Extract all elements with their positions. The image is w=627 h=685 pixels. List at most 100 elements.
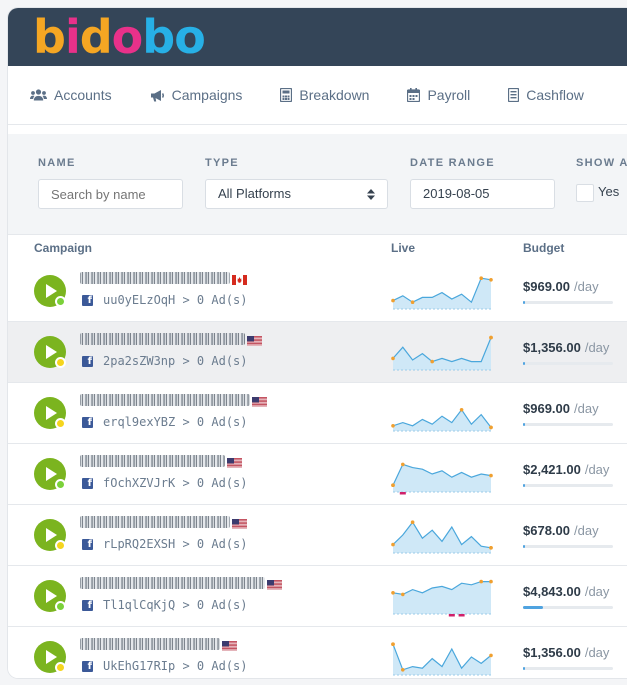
facebook-icon: f: [82, 539, 93, 550]
show-checkbox[interactable]: [576, 184, 594, 202]
campaign-name-redacted[interactable]: [80, 333, 245, 345]
budget-amount: $969.00: [523, 279, 570, 294]
live-sparkline: [391, 462, 493, 495]
type-filter-label: TYPE: [205, 157, 239, 169]
us-flag-icon: [252, 397, 267, 407]
campaign-name-redacted[interactable]: [80, 394, 250, 406]
sparkline-point: [489, 579, 493, 584]
play-button[interactable]: [34, 275, 66, 307]
sparkline-marker: [399, 492, 406, 495]
name-filter-label: NAME: [38, 157, 76, 169]
country-flag: [232, 516, 247, 529]
sparkline-point: [479, 579, 483, 584]
type-select-value: All Platforms: [218, 186, 291, 201]
play-button[interactable]: [34, 336, 66, 368]
date-range-input[interactable]: 2019-08-05: [410, 179, 555, 209]
facebook-icon: f: [82, 600, 93, 611]
table-row[interactable]: f rLpRQ2EXSH > 0 Ad(s) $678.00/day: [8, 505, 627, 566]
campaign-subline[interactable]: rLpRQ2EXSH > 0 Ad(s): [103, 537, 248, 551]
budget-progress-bar: [523, 606, 613, 609]
campaign-name-redacted[interactable]: [80, 455, 225, 467]
facebook-icon: f: [82, 661, 93, 672]
table-row[interactable]: f uu0yELzOqH > 0 Ad(s) $969.00/day: [8, 261, 627, 322]
budget-per-day: /day: [574, 523, 599, 538]
col-campaign[interactable]: Campaign: [34, 241, 92, 255]
nav-cashflow[interactable]: Cashflow: [508, 87, 584, 103]
nav-cashflow-label: Cashflow: [526, 87, 584, 103]
campaign-name-redacted[interactable]: [80, 638, 220, 650]
budget-progress-fill: [523, 484, 525, 487]
table-row[interactable]: f Tl1qlCqKjQ > 0 Ad(s) $4,843.00/day: [8, 566, 627, 627]
name-search-input[interactable]: [38, 179, 183, 209]
campaign-name-redacted[interactable]: [80, 272, 230, 284]
sparkline-point: [401, 462, 405, 467]
sparkline-area: [393, 409, 491, 431]
table-row[interactable]: f 2pa2sZW3np > 0 Ad(s) $1,356.00/day: [8, 322, 627, 383]
table-row[interactable]: f UkEhG17RIp > 0 Ad(s) $1,356.00/day: [8, 627, 627, 678]
budget-amount: $1,356.00: [523, 340, 581, 355]
play-button[interactable]: [34, 641, 66, 673]
country-flag: [232, 272, 247, 285]
sparkline-point: [489, 278, 493, 282]
sparkline-point: [410, 520, 415, 524]
top-bar: bidobo: [8, 8, 627, 66]
sparkline-marker: [458, 614, 465, 617]
campaign-subline[interactable]: fOchXZVJrK > 0 Ad(s): [103, 476, 248, 490]
play-button[interactable]: [34, 397, 66, 429]
play-button[interactable]: [34, 580, 66, 612]
facebook-icon: f: [82, 295, 93, 306]
sparkline-area: [393, 278, 491, 309]
play-button[interactable]: [34, 519, 66, 551]
campaign-name-redacted[interactable]: [80, 516, 230, 528]
budget-per-day: /day: [584, 584, 610, 599]
budget-value[interactable]: $4,843.00/day: [523, 584, 609, 599]
nav-breakdown[interactable]: Breakdown: [280, 87, 369, 103]
budget-progress-bar: [523, 484, 613, 487]
main-nav: Accounts Campaigns Breakdown Payroll Cas…: [8, 66, 627, 125]
campaign-subline[interactable]: Tl1qlCqKjQ > 0 Ad(s): [103, 598, 248, 612]
campaign-name-redacted[interactable]: [80, 577, 265, 589]
budget-progress-fill: [523, 667, 525, 670]
col-live[interactable]: Live: [391, 241, 415, 255]
play-button[interactable]: [34, 458, 66, 490]
budget-value[interactable]: $678.00/day: [523, 523, 599, 538]
nav-payroll-label: Payroll: [427, 87, 471, 103]
users-icon: [30, 89, 47, 101]
nav-campaigns[interactable]: Campaigns: [150, 87, 243, 103]
us-flag-icon: [247, 336, 262, 346]
live-sparkline: [391, 335, 493, 371]
budget-progress-fill: [523, 423, 525, 426]
campaign-subline[interactable]: UkEhG17RIp > 0 Ad(s): [103, 659, 248, 673]
status-indicator: [55, 418, 66, 429]
campaign-subline[interactable]: uu0yELzOqH > 0 Ad(s): [103, 293, 248, 307]
date-range-value: 2019-08-05: [423, 186, 490, 201]
campaign-subline[interactable]: 2pa2sZW3np > 0 Ad(s): [103, 354, 248, 368]
sparkline-point: [391, 483, 395, 487]
sparkline-point: [391, 591, 395, 595]
country-flag: [267, 577, 282, 590]
type-select[interactable]: All Platforms: [205, 179, 388, 209]
budget-value[interactable]: $969.00/day: [523, 401, 599, 416]
live-sparkline: [391, 408, 493, 432]
bidobo-logo[interactable]: bidobo: [33, 10, 206, 64]
budget-progress-bar: [523, 667, 613, 670]
sparkline-point: [489, 425, 493, 430]
budget-amount: $678.00: [523, 523, 570, 538]
budget-per-day: /day: [574, 279, 599, 294]
budget-progress-fill: [523, 606, 543, 609]
budget-amount: $1,356.00: [523, 645, 581, 660]
budget-value[interactable]: $2,421.00/day: [523, 462, 609, 477]
col-budget[interactable]: Budget: [523, 241, 564, 255]
nav-accounts[interactable]: Accounts: [30, 87, 112, 103]
nav-campaigns-label: Campaigns: [171, 87, 243, 103]
budget-value[interactable]: $1,356.00/day: [523, 645, 609, 660]
campaign-subline[interactable]: erql9exYBZ > 0 Ad(s): [103, 415, 248, 429]
budget-value[interactable]: $969.00/day: [523, 279, 599, 294]
table-row[interactable]: f erql9exYBZ > 0 Ad(s) $969.00/day: [8, 383, 627, 444]
nav-payroll[interactable]: Payroll: [407, 87, 470, 103]
table-row[interactable]: f fOchXZVJrK > 0 Ad(s) $2,421.00/day: [8, 444, 627, 505]
sparkline-point: [401, 592, 405, 597]
budget-value[interactable]: $1,356.00/day: [523, 340, 609, 355]
sparkline-marker: [448, 614, 455, 617]
us-flag-icon: [267, 580, 282, 590]
